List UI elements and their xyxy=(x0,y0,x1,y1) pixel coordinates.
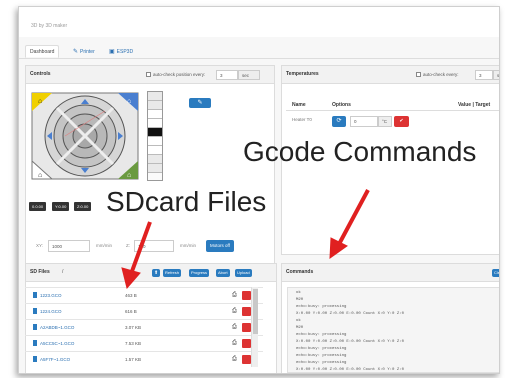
gcode-arrow xyxy=(329,189,370,260)
sdcard-arrow xyxy=(121,221,152,290)
annotation-arrows xyxy=(121,189,370,290)
